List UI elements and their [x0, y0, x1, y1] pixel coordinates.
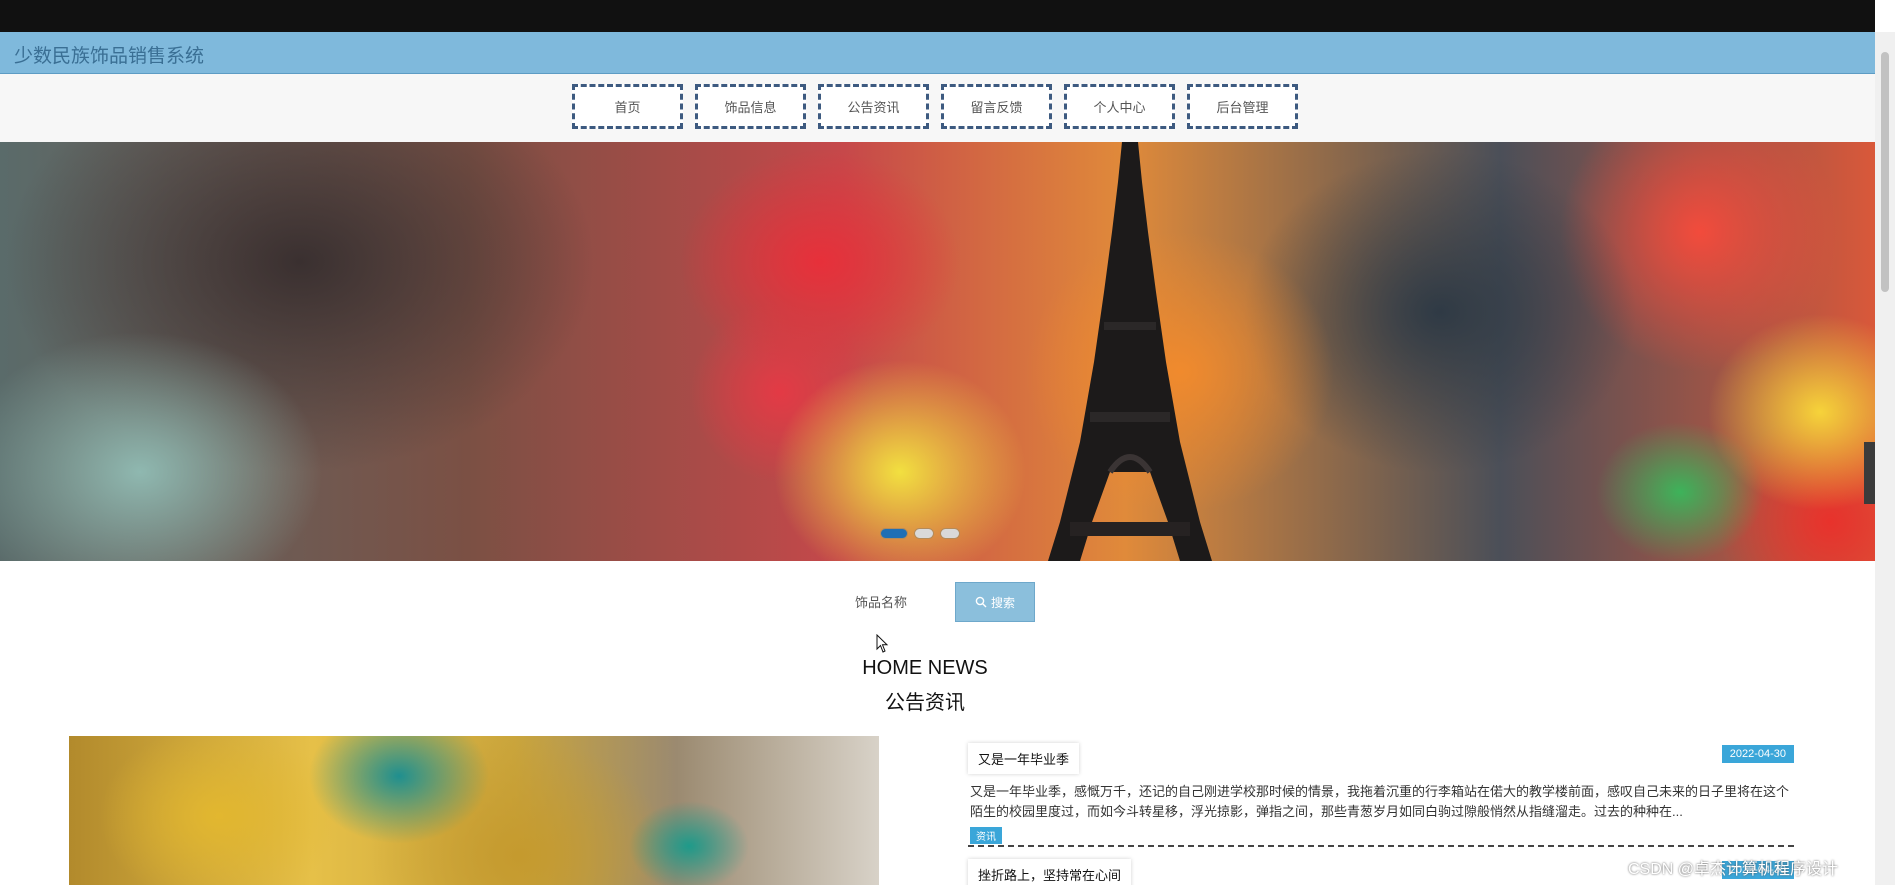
page-scrollbar[interactable] — [1875, 32, 1895, 885]
nav-news[interactable]: 公告资讯 — [818, 84, 929, 129]
banner-carousel[interactable] — [0, 142, 1875, 561]
news-excerpt: 又是一年毕业季，感慨万千，还记的自己刚进学校那时候的情景，我拖着沉重的行李箱站在… — [970, 784, 1790, 819]
news-title[interactable]: 挫折路上，坚持常在心间 — [968, 859, 1132, 885]
window-top-bar — [0, 0, 1875, 32]
news-feature-image[interactable] — [69, 736, 879, 885]
news-title[interactable]: 又是一年毕业季 — [968, 743, 1080, 774]
eiffel-tower-image — [1048, 142, 1212, 561]
news-tag: 资讯 — [970, 827, 1002, 844]
scrollbar-thumb[interactable] — [1881, 52, 1889, 292]
watermark: CSDN @卓杰计算机程序设计 — [1628, 861, 1839, 878]
nav-accessories[interactable]: 饰品信息 — [695, 84, 806, 129]
carousel-dot-3[interactable] — [940, 528, 960, 539]
main-nav-bar: 首页 饰品信息 公告资讯 留言反馈 个人中心 后台管理 — [0, 74, 1875, 142]
news-date-badge: 2022-04-30 — [1721, 745, 1794, 763]
carousel-dot-2[interactable] — [914, 528, 934, 539]
nav-admin[interactable]: 后台管理 — [1187, 84, 1298, 129]
nav-profile[interactable]: 个人中心 — [1064, 84, 1175, 129]
main-nav: 首页 饰品信息 公告资讯 留言反馈 个人中心 后台管理 — [572, 84, 1298, 129]
section-title-en: HOME NEWS — [862, 657, 988, 679]
search-input[interactable] — [855, 590, 915, 614]
app-header: 少数民族饰品销售系统 — [0, 32, 1875, 74]
carousel-dot-1[interactable] — [880, 528, 908, 539]
carousel-dots — [880, 528, 960, 539]
section-title-cn: 公告资讯 — [885, 692, 965, 714]
search-button-label: 搜索 — [990, 595, 1015, 610]
search-icon — [975, 596, 987, 608]
nav-feedback[interactable]: 留言反馈 — [941, 84, 1052, 129]
app-title: 少数民族饰品销售系统 — [14, 46, 205, 67]
news-item[interactable]: 又是一年毕业季 2022-04-30 又是一年毕业季，感慨万千，还记的自己刚进学… — [968, 743, 1794, 847]
mouse-pointer-icon — [876, 634, 889, 653]
nav-home[interactable]: 首页 — [572, 84, 683, 129]
search-button[interactable]: 搜索 — [955, 582, 1035, 622]
search-bar: 搜索 — [855, 582, 1035, 622]
